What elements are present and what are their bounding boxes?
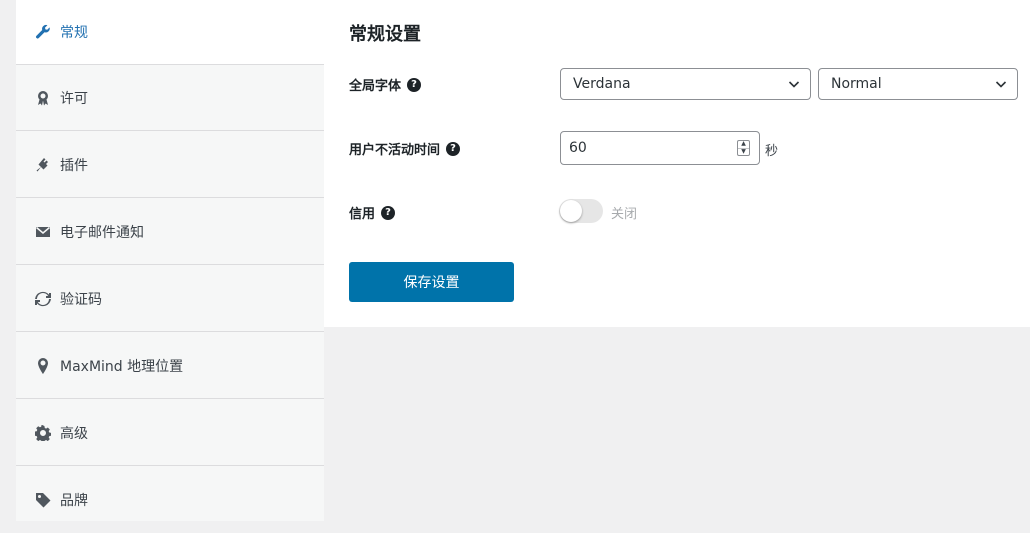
sidebar-item-general[interactable]: 常规	[16, 0, 324, 65]
page-title: 常规设置	[349, 24, 421, 45]
sidebar-item-advanced[interactable]: 高级	[16, 400, 324, 466]
toggle-knob	[560, 200, 582, 222]
location-pin-icon	[34, 357, 52, 375]
gear-icon	[34, 424, 52, 442]
sidebar-item-label: 验证码	[60, 291, 102, 308]
sidebar-item-plugins[interactable]: 插件	[16, 132, 324, 198]
number-stepper[interactable]: ▲ ▼	[737, 140, 750, 156]
tag-icon	[34, 491, 52, 509]
sidebar-item-captcha[interactable]: 验证码	[16, 266, 324, 332]
global-font-label: 全局字体 ?	[349, 75, 422, 94]
inactivity-time-label: 用户不活动时间 ?	[349, 139, 461, 158]
help-icon[interactable]: ?	[446, 141, 461, 156]
credit-toggle-status: 关闭	[611, 207, 638, 222]
chevron-down-icon	[788, 78, 800, 90]
sidebar-item-label: MaxMind 地理位置	[60, 358, 184, 375]
sidebar-item-label: 插件	[60, 157, 88, 174]
sidebar-item-label: 许可	[60, 90, 88, 107]
settings-panel: 常规设置 全局字体 ? Verdana Normal 用户不活动时间 ? 60 …	[324, 0, 1030, 327]
chevron-down-icon	[995, 78, 1007, 90]
credit-label: 信用 ?	[349, 203, 396, 222]
sidebar-item-branding[interactable]: 品牌	[16, 467, 324, 533]
sidebar-item-label: 高级	[60, 425, 88, 442]
plugin-icon	[34, 156, 52, 174]
sidebar-item-label: 品牌	[60, 493, 88, 509]
email-icon	[34, 223, 52, 241]
award-icon	[34, 89, 52, 107]
sidebar-item-label: 电子邮件通知	[60, 224, 144, 241]
sidebar-item-maxmind[interactable]: MaxMind 地理位置	[16, 333, 324, 399]
sidebar-item-label: 常规	[60, 25, 88, 41]
settings-sidebar: 常规 许可 插件 电子邮件通知 验证码 MaxMind 地理位置 高级 品牌	[16, 0, 324, 521]
inactivity-time-input[interactable]: 60 ▲ ▼	[560, 131, 760, 165]
inactivity-unit: 秒	[765, 144, 779, 159]
credit-toggle[interactable]	[559, 199, 603, 223]
sidebar-item-license[interactable]: 许可	[16, 65, 324, 131]
font-family-select[interactable]: Verdana	[560, 68, 811, 100]
wrench-icon	[34, 23, 52, 41]
font-weight-select[interactable]: Normal	[818, 68, 1018, 100]
help-icon[interactable]: ?	[381, 205, 396, 220]
help-icon[interactable]: ?	[407, 77, 422, 92]
sidebar-item-email-notifications[interactable]: 电子邮件通知	[16, 199, 324, 265]
refresh-icon	[34, 290, 52, 308]
stepper-down-icon[interactable]: ▼	[738, 148, 749, 156]
save-settings-button[interactable]: 保存设置	[349, 262, 514, 302]
